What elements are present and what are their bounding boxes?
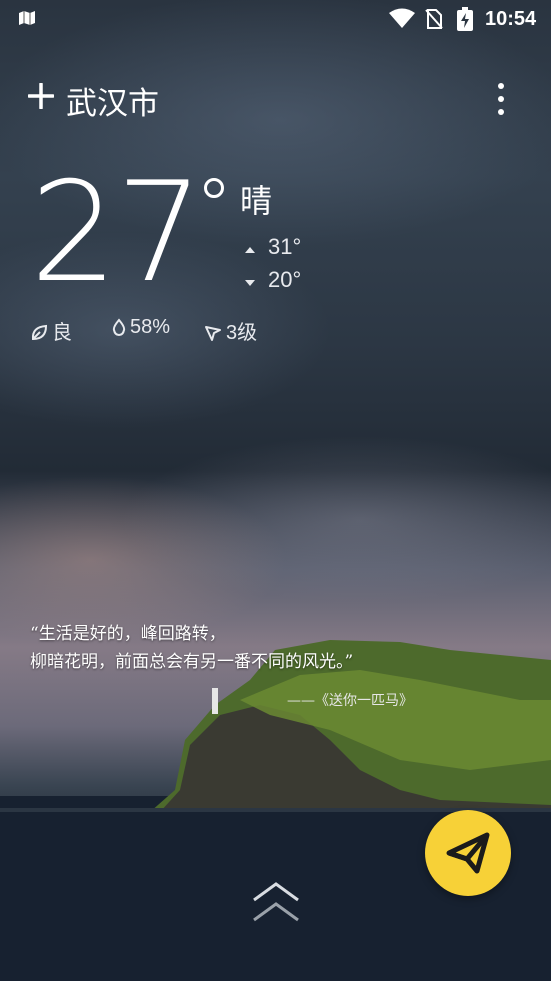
air-quality-label: 良 [52,322,72,344]
share-button[interactable] [425,810,511,896]
degree-symbol [204,178,224,198]
air-quality: 良 [30,316,72,345]
more-vert-icon[interactable] [488,82,514,116]
low-temperature-value: 20° [268,267,302,292]
current-temperature: 27 [30,152,204,313]
map-icon [18,10,36,31]
paper-plane-icon [446,832,490,874]
high-temperature: 31° [244,234,301,260]
humidity-value: 58% [130,316,171,338]
city-name[interactable]: 武汉市 [66,78,159,123]
weather-condition: 晴 [240,182,273,220]
humidity: 58% [112,316,170,339]
triangle-down-icon [244,267,260,293]
wind-direction-icon [204,322,226,344]
wind: 3级 [204,316,257,345]
battery-charging-icon [456,7,474,36]
quote-line-1: “生活是好的，峰回路转， [30,624,226,644]
wind-value: 3级 [226,322,258,344]
expand-up-icon[interactable] [250,878,302,930]
triangle-up-icon [244,234,260,260]
no-sim-icon [424,8,444,35]
quote-line-2: 柳暗花明，前面总会有另一番不同的风光。” [30,652,354,672]
daily-quote: “生活是好的，峰回路转， 柳暗花明，前面总会有另一番不同的风光。” [30,620,353,676]
low-temperature: 20° [244,267,301,293]
leaf-icon [30,322,52,344]
plus-icon[interactable] [27,82,55,110]
top-bar: 武汉市 [0,74,551,123]
status-time: 10:54 [485,8,537,30]
high-temperature-value: 31° [268,234,302,259]
water-drop-icon [112,316,130,338]
wifi-icon [388,7,416,34]
quote-attribution: ——《送你一匹马》 [287,693,413,709]
status-bar: 10:54 [0,0,551,38]
